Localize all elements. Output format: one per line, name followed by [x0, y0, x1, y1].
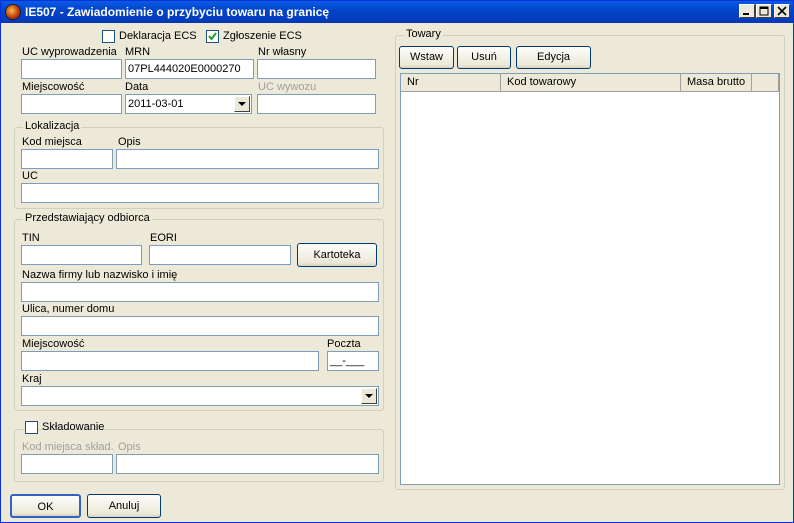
- data-value: 2011-03-01: [128, 98, 184, 110]
- lokalizacja-title: Lokalizacja: [23, 120, 82, 132]
- checkmark-icon: [208, 32, 217, 41]
- zgloszenie-ecs-checkbox[interactable]: [206, 30, 219, 43]
- deklaracja-ecs-checkbox[interactable]: [102, 30, 115, 43]
- uc-wyprowadzenia-label: UC wyprowadzenia: [22, 46, 117, 58]
- skladowanie-opis-input[interactable]: [116, 454, 379, 474]
- odbiorca-title: Przedstawiający odbiorca: [23, 212, 152, 224]
- ulica-label: Ulica, numer domu: [22, 303, 115, 315]
- poczta-label: Poczta: [327, 338, 361, 350]
- column-header-nr[interactable]: Nr: [401, 74, 501, 92]
- maximize-icon: [759, 6, 769, 16]
- zgloszenie-ecs-label: Zgłoszenie ECS: [223, 30, 302, 42]
- kraj-label: Kraj: [22, 373, 42, 385]
- minimize-icon: [743, 13, 749, 15]
- deklaracja-ecs-label: Deklaracja ECS: [119, 30, 197, 42]
- miejscowosc-input[interactable]: [21, 94, 122, 114]
- dialog-window: IE507 - Zawiadomienie o przybyciu towaru…: [0, 0, 794, 523]
- title-bar[interactable]: IE507 - Zawiadomienie o przybyciu towaru…: [1, 1, 793, 23]
- mrn-input[interactable]: 07PL444020E0000270: [125, 59, 254, 79]
- uc-input[interactable]: [21, 183, 379, 203]
- nr-wlasny-label: Nr własny: [258, 46, 307, 58]
- opis-input[interactable]: [116, 149, 379, 169]
- minimize-button[interactable]: [739, 4, 755, 18]
- poczta-input[interactable]: __-___: [327, 351, 379, 371]
- mrn-label: MRN: [125, 46, 151, 58]
- eori-input[interactable]: [149, 245, 291, 265]
- window-title: IE507 - Zawiadomienie o przybyciu towaru…: [25, 5, 330, 19]
- miejscowosc-label: Miejscowość: [22, 81, 85, 93]
- column-header-masa-brutto[interactable]: Masa brutto: [681, 74, 752, 92]
- skladowanie-title: Składowanie: [42, 421, 105, 433]
- skladowanie-checkbox[interactable]: [25, 421, 38, 434]
- tin-input[interactable]: [21, 245, 142, 265]
- column-header-filler: [752, 74, 779, 92]
- kraj-dropdown-button[interactable]: [361, 388, 377, 404]
- kod-miejsca-sklad-input[interactable]: [21, 454, 113, 474]
- maximize-button[interactable]: [756, 4, 772, 18]
- usun-button[interactable]: Usuń: [457, 46, 511, 69]
- nr-wlasny-input[interactable]: [257, 59, 376, 79]
- odbiorca-miejscowosc-label: Miejscowość: [22, 338, 85, 350]
- eori-label: EORI: [150, 232, 177, 244]
- uc-wywozu-input[interactable]: [257, 94, 376, 114]
- towary-list[interactable]: Nr Kod towarowy Masa brutto: [400, 73, 780, 485]
- uc-label: UC: [22, 170, 38, 182]
- data-date-picker[interactable]: 2011-03-01: [125, 94, 252, 114]
- towary-title: Towary: [404, 28, 443, 40]
- kod-miejsca-input[interactable]: [21, 149, 113, 169]
- column-header-kod-towarowy[interactable]: Kod towarowy: [501, 74, 681, 92]
- kraj-select[interactable]: [21, 386, 379, 406]
- skladowanie-opis-label: Opis: [118, 441, 141, 453]
- odbiorca-miejscowosc-input[interactable]: [21, 351, 319, 371]
- edycja-button[interactable]: Edycja: [516, 46, 591, 69]
- opis-label: Opis: [118, 136, 141, 148]
- uc-wywozu-label: UC wywozu: [258, 81, 317, 93]
- nazwa-input[interactable]: [21, 282, 379, 302]
- wstaw-button[interactable]: Wstaw: [399, 46, 454, 69]
- tin-label: TIN: [22, 232, 40, 244]
- close-icon: [777, 6, 787, 16]
- chevron-down-icon: [238, 102, 246, 106]
- app-icon: [5, 4, 21, 20]
- anuluj-button[interactable]: Anuluj: [87, 494, 161, 518]
- kartoteka-button[interactable]: Kartoteka: [297, 243, 377, 267]
- kod-miejsca-label: Kod miejsca: [22, 136, 82, 148]
- close-button[interactable]: [774, 4, 790, 18]
- uc-wyprowadzenia-input[interactable]: [21, 59, 122, 79]
- ulica-input[interactable]: [21, 316, 379, 336]
- chevron-down-icon: [365, 394, 373, 398]
- data-label: Data: [125, 81, 149, 93]
- date-dropdown-button[interactable]: [234, 96, 250, 112]
- ok-button[interactable]: OK: [10, 494, 81, 518]
- nazwa-label: Nazwa firmy lub nazwisko i imię: [22, 269, 178, 281]
- kod-miejsca-sklad-label: Kod miejsca skład.: [22, 441, 114, 453]
